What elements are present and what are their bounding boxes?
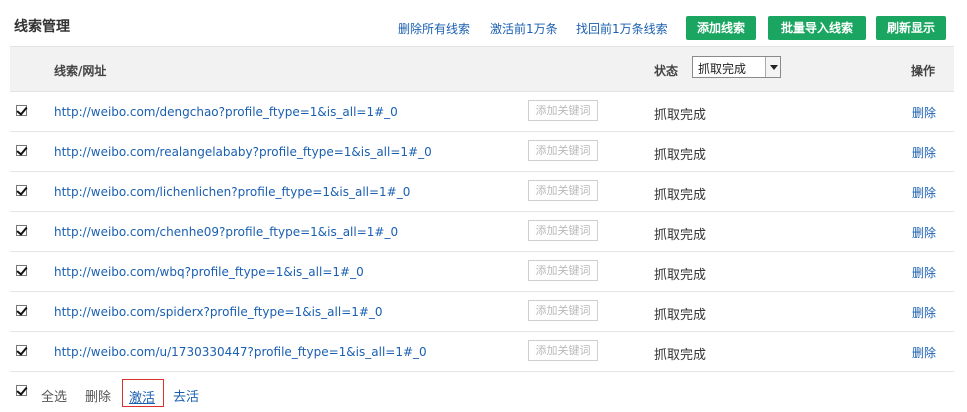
row-status: 抓取完成 <box>654 308 707 323</box>
row-status: 抓取完成 <box>654 348 707 363</box>
table-row: http://weibo.com/dengchao?profile_ftype=… <box>10 92 954 132</box>
select-all-label[interactable]: 全选 <box>41 386 67 405</box>
add-keyword-button[interactable]: 添加关键词 <box>528 180 598 201</box>
column-header-status: 状态 <box>654 64 679 78</box>
row-checkbox[interactable] <box>16 225 27 236</box>
row-checkbox[interactable] <box>16 145 27 156</box>
clue-url-link[interactable]: http://weibo.com/realangelababy?profile_… <box>54 145 432 159</box>
table-row: http://weibo.com/chenhe09?profile_ftype=… <box>10 212 954 252</box>
add-keyword-button[interactable]: 添加关键词 <box>528 140 598 161</box>
clue-url-link[interactable]: http://weibo.com/u/1730330447?profile_ft… <box>54 345 427 359</box>
row-checkbox[interactable] <box>16 345 27 356</box>
recover-top-10k-link[interactable]: 找回前1万条线索 <box>576 20 668 37</box>
add-clue-button[interactable]: 添加线索 <box>686 16 756 40</box>
activate-top-10k-link[interactable]: 激活前1万条 <box>490 20 558 37</box>
row-status: 抓取完成 <box>654 228 707 243</box>
add-keyword-button[interactable]: 添加关键词 <box>528 300 598 321</box>
table-row: http://weibo.com/lichenlichen?profile_ft… <box>10 172 954 212</box>
bulk-delete-button[interactable]: 删除 <box>85 386 111 405</box>
table-row: http://weibo.com/spiderx?profile_ftype=1… <box>10 292 954 332</box>
row-delete-link[interactable]: 删除 <box>912 104 936 121</box>
clue-url-link[interactable]: http://weibo.com/chenhe09?profile_ftype=… <box>54 225 398 239</box>
row-checkbox[interactable] <box>16 265 27 276</box>
clue-table-body: http://weibo.com/dengchao?profile_ftype=… <box>10 92 954 372</box>
clue-url-link[interactable]: http://weibo.com/dengchao?profile_ftype=… <box>54 105 398 119</box>
row-status: 抓取完成 <box>654 108 707 123</box>
refresh-button[interactable]: 刷新显示 <box>876 16 946 40</box>
bulk-deactivate-button[interactable]: 去活 <box>173 386 199 405</box>
row-delete-link[interactable]: 删除 <box>912 264 936 281</box>
row-delete-link[interactable]: 删除 <box>912 224 936 241</box>
row-status: 抓取完成 <box>654 268 707 283</box>
add-keyword-button[interactable]: 添加关键词 <box>528 220 598 241</box>
clue-management-page: 线索管理 删除所有线索 激活前1万条 找回前1万条线索 添加线索 批量导入线索 … <box>0 0 967 412</box>
bulk-activate-label: 激活 <box>129 391 156 406</box>
row-delete-link[interactable]: 删除 <box>912 304 936 321</box>
table-row: http://weibo.com/u/1730330447?profile_ft… <box>10 332 954 372</box>
select-all-checkbox[interactable] <box>16 385 27 396</box>
bulk-activate-button[interactable]: 激活 <box>122 379 164 407</box>
table-row: http://weibo.com/wbq?profile_ftype=1&is_… <box>10 252 954 292</box>
row-delete-link[interactable]: 删除 <box>912 344 936 361</box>
batch-import-button[interactable]: 批量导入线索 <box>768 16 866 40</box>
column-header-action: 操作 <box>911 64 936 78</box>
add-keyword-button[interactable]: 添加关键词 <box>528 340 598 361</box>
clue-url-link[interactable]: http://weibo.com/wbq?profile_ftype=1&is_… <box>54 265 364 279</box>
clue-url-link[interactable]: http://weibo.com/lichenlichen?profile_ft… <box>54 185 410 199</box>
row-checkbox[interactable] <box>16 105 27 116</box>
row-delete-link[interactable]: 删除 <box>912 184 936 201</box>
table-header: 线索/网址 状态 抓取完成 操作 <box>10 46 954 92</box>
bulk-actions-bar: 全选 删除 激活 去活 <box>10 378 954 408</box>
clue-url-link[interactable]: http://weibo.com/spiderx?profile_ftype=1… <box>54 305 383 319</box>
table-row: http://weibo.com/realangelababy?profile_… <box>10 132 954 172</box>
chevron-down-icon <box>765 57 780 77</box>
delete-all-clues-link[interactable]: 删除所有线索 <box>398 20 470 37</box>
add-keyword-button[interactable]: 添加关键词 <box>528 260 598 281</box>
row-checkbox[interactable] <box>16 305 27 316</box>
page-title: 线索管理 <box>14 19 70 35</box>
row-status: 抓取完成 <box>654 188 707 203</box>
column-header-url: 线索/网址 <box>54 64 107 78</box>
status-filter-value: 抓取完成 <box>698 62 747 76</box>
add-keyword-button[interactable]: 添加关键词 <box>528 100 598 121</box>
status-filter-select[interactable]: 抓取完成 <box>692 56 781 78</box>
row-delete-link[interactable]: 删除 <box>912 144 936 161</box>
row-status: 抓取完成 <box>654 148 707 163</box>
header-bar: 线索管理 删除所有线索 激活前1万条 找回前1万条线索 添加线索 批量导入线索 … <box>0 0 967 45</box>
row-checkbox[interactable] <box>16 185 27 196</box>
